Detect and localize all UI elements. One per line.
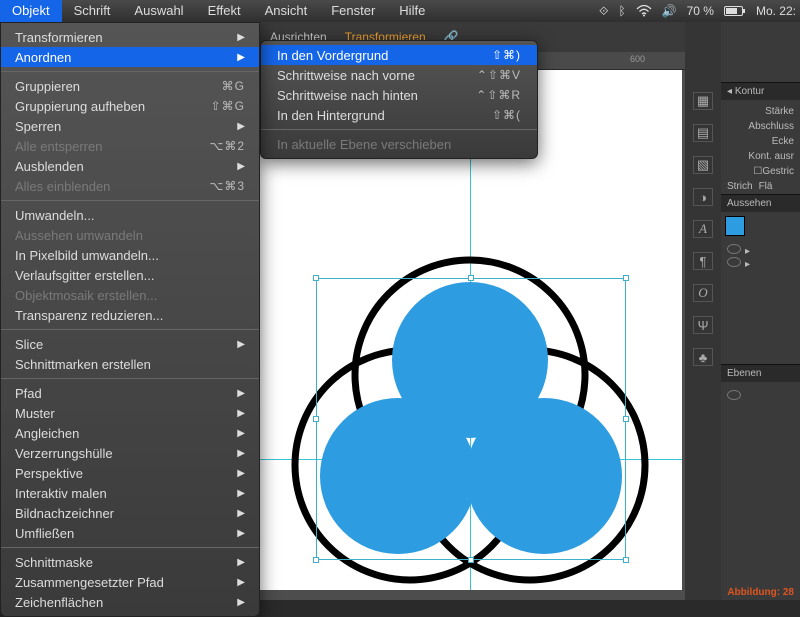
menu-item-slice[interactable]: Slice▶ xyxy=(1,334,259,354)
bluetooth-icon[interactable]: ᛒ xyxy=(618,4,625,18)
menu-item-angleichen[interactable]: Angleichen▶ xyxy=(1,423,259,443)
ruler-mark: 600 xyxy=(630,54,645,64)
menu-ansicht[interactable]: Ansicht xyxy=(253,0,320,22)
menu-hilfe[interactable]: Hilfe xyxy=(387,0,437,22)
opentype-icon[interactable]: O xyxy=(693,284,713,302)
fill-swatch[interactable] xyxy=(725,216,745,236)
grid-icon[interactable]: ▦ xyxy=(693,92,713,110)
strich-row: Strich Flä xyxy=(721,179,800,194)
menu-fenster[interactable]: Fenster xyxy=(319,0,387,22)
menu-item-gruppieren[interactable]: Gruppieren⌘G xyxy=(1,76,259,96)
kontur-row-1: Abschluss xyxy=(721,119,800,134)
menu-item-perspektive[interactable]: Perspektive▶ xyxy=(1,463,259,483)
kontur-row-2: Ecke xyxy=(721,134,800,149)
kontur-row-0: Stärke xyxy=(721,104,800,119)
menu-effekt[interactable]: Effekt xyxy=(196,0,253,22)
layer-row[interactable] xyxy=(721,386,800,407)
swatches-icon[interactable]: ▤ xyxy=(693,124,713,142)
menu-item-pfad[interactable]: Pfad▶ xyxy=(1,383,259,403)
wifi-icon[interactable] xyxy=(636,5,652,17)
panel-ebenen-title[interactable]: Ebenen xyxy=(721,364,800,382)
eye-icon[interactable] xyxy=(727,390,741,400)
handle-bl[interactable] xyxy=(313,557,319,563)
menu-item-gruppierung-aufheben[interactable]: Gruppierung aufheben⇧⌘G xyxy=(1,96,259,116)
panel-kontur-title[interactable]: ◂ Kontur xyxy=(721,82,800,100)
menu-item-transformieren[interactable]: Transformieren▶ xyxy=(1,27,259,47)
menu-item-zusammengesetzter-pfad[interactable]: Zusammengesetzter Pfad▶ xyxy=(1,572,259,592)
menu-auswahl[interactable]: Auswahl xyxy=(122,0,195,22)
menu-item-zeichenfl-chen[interactable]: Zeichenflächen▶ xyxy=(1,592,259,612)
handle-bc[interactable] xyxy=(468,557,474,563)
submenu-item-schrittweise-nach-hinten[interactable]: Schrittweise nach hinten⌃⇧⌘R xyxy=(261,85,537,105)
figure-caption: Abbildung: 28 xyxy=(727,587,794,598)
system-menubar: Objekt Schrift Auswahl Effekt Ansicht Fe… xyxy=(0,0,800,22)
menubar-status: ⟐ ᛒ 🔊 70 % Mo. 22: xyxy=(599,0,796,22)
handle-br[interactable] xyxy=(623,557,629,563)
menu-schrift[interactable]: Schrift xyxy=(62,0,123,22)
menu-item-schnittmarken-erstellen[interactable]: Schnittmarken erstellen xyxy=(1,354,259,374)
eye-icon[interactable] xyxy=(727,257,741,267)
panel-icon-strip: ▦ ▤ ▧ ◑ A ¶ O Ψ ♣ xyxy=(685,22,721,600)
right-panels: ▦ ▤ ▧ ◑ A ¶ O Ψ ♣ ◂ Kontur Stärke Abschl… xyxy=(685,22,800,600)
menu-item-alles-einblenden: Alles einblenden⌥⌘3 xyxy=(1,176,259,196)
menu-item-verzerrungsh-lle[interactable]: Verzerrungshülle▶ xyxy=(1,443,259,463)
menu-item-anordnen[interactable]: Anordnen▶ xyxy=(1,47,259,67)
selection-bounds[interactable] xyxy=(316,278,626,560)
submenu-item-in-den-vordergrund[interactable]: In den Vordergrund⇧⌘) xyxy=(261,45,537,65)
handle-tr[interactable] xyxy=(623,275,629,281)
menu-item-schnittmaske[interactable]: Schnittmaske▶ xyxy=(1,552,259,572)
panel-aussehen-title[interactable]: Aussehen xyxy=(721,194,800,212)
menu-item-umflie-en[interactable]: Umfließen▶ xyxy=(1,523,259,543)
fla-label: Flä xyxy=(759,181,773,192)
eye-icon[interactable] xyxy=(727,244,741,254)
submenu-item-schrittweise-nach-vorne[interactable]: Schrittweise nach vorne⌃⇧⌘V xyxy=(261,65,537,85)
battery-percent: 70 % xyxy=(687,4,714,18)
submenu-item-in-aktuelle-ebene-verschieben: In aktuelle Ebene verschieben xyxy=(261,134,537,154)
menu-item-muster[interactable]: Muster▶ xyxy=(1,403,259,423)
handle-tc[interactable] xyxy=(468,275,474,281)
appearance-rows: ▸ ▸ xyxy=(721,240,800,274)
clock[interactable]: Mo. 22: xyxy=(756,4,796,18)
submenu-item-in-den-hintergrund[interactable]: In den Hintergrund⇧⌘( xyxy=(261,105,537,125)
symbols-icon[interactable]: ◑ xyxy=(693,188,713,206)
menu-item-objektmosaik-erstellen-: Objektmosaik erstellen... xyxy=(1,285,259,305)
menu-objekt[interactable]: Objekt xyxy=(0,0,62,22)
menu-item-interaktiv-malen[interactable]: Interaktiv malen▶ xyxy=(1,483,259,503)
battery-icon[interactable] xyxy=(724,5,746,17)
dropbox-icon[interactable]: ⟐ xyxy=(599,4,608,19)
menu-item-bildnachzeichner[interactable]: Bildnachzeichner▶ xyxy=(1,503,259,523)
paragraph-icon[interactable]: ¶ xyxy=(693,252,713,270)
kontur-row-3: Kont. ausr xyxy=(721,149,800,164)
menu-item-transparenz-reduzieren-[interactable]: Transparenz reduzieren... xyxy=(1,305,259,325)
brushes-icon[interactable]: ▧ xyxy=(693,156,713,174)
menu-item-ausblenden[interactable]: Ausblenden▶ xyxy=(1,156,259,176)
handle-tl[interactable] xyxy=(313,275,319,281)
handle-ml[interactable] xyxy=(313,416,319,422)
menu-item-sperren[interactable]: Sperren▶ xyxy=(1,116,259,136)
club-icon[interactable]: ♣ xyxy=(693,348,713,366)
menu-item-alle-entsperren: Alle entsperren⌥⌘2 xyxy=(1,136,259,156)
anordnen-submenu: In den Vordergrund⇧⌘)Schrittweise nach v… xyxy=(260,40,538,159)
panel-stack: ◂ Kontur Stärke Abschluss Ecke Kont. aus… xyxy=(721,22,800,600)
objekt-menu: Transformieren▶Anordnen▶ Gruppieren⌘GGrup… xyxy=(0,22,260,617)
volume-icon[interactable]: 🔊 xyxy=(662,4,677,18)
menu-item-in-pixelbild-umwandeln-[interactable]: In Pixelbild umwandeln... xyxy=(1,245,259,265)
handle-mr[interactable] xyxy=(623,416,629,422)
type-icon[interactable]: A xyxy=(693,220,713,238)
menu-item-verlaufsgitter-erstellen-[interactable]: Verlaufsgitter erstellen... xyxy=(1,265,259,285)
trident-icon[interactable]: Ψ xyxy=(693,316,713,334)
strich-label: Strich xyxy=(727,181,753,192)
gestrichelt-check[interactable]: ☐ Gestric xyxy=(721,164,800,179)
menu-item-aussehen-umwandeln: Aussehen umwandeln xyxy=(1,225,259,245)
menu-item-umwandeln-[interactable]: Umwandeln... xyxy=(1,205,259,225)
